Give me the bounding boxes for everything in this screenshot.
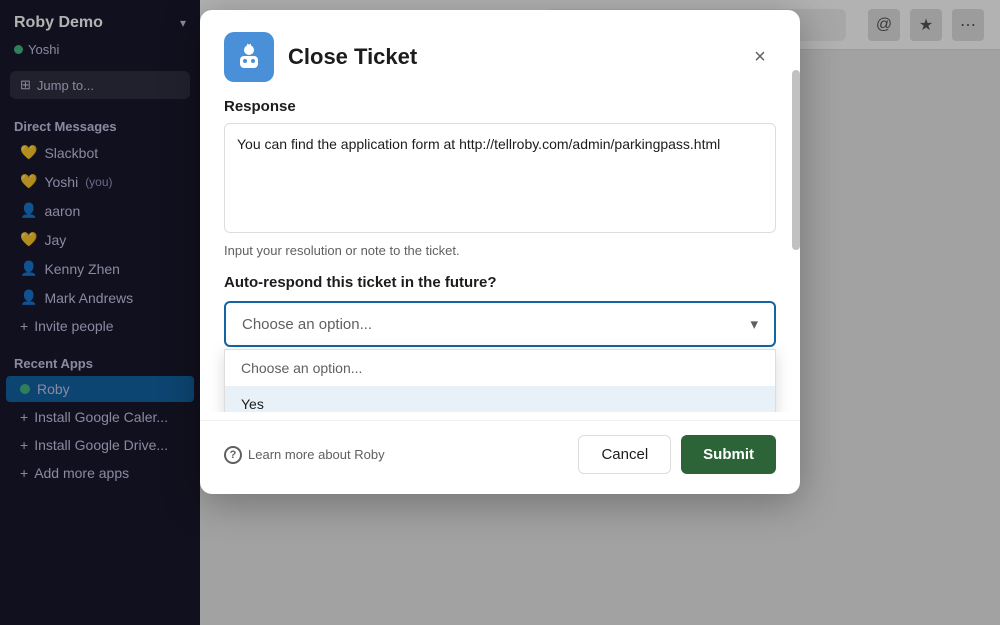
chevron-down-icon: ▾	[750, 315, 758, 333]
modal-overlay: Close Ticket × Response Input your resol…	[0, 0, 1000, 625]
dropdown-selected-label: Choose an option...	[242, 316, 372, 333]
modal-footer: ? Learn more about Roby Cancel Submit	[200, 420, 800, 494]
submit-button[interactable]: Submit	[681, 435, 776, 474]
cancel-button[interactable]: Cancel	[578, 435, 671, 474]
footer-buttons: Cancel Submit	[578, 435, 776, 474]
scrollbar-thumb[interactable]	[792, 70, 800, 250]
response-hint: Input your resolution or note to the tic…	[224, 243, 776, 258]
modal-header: Close Ticket ×	[200, 10, 800, 98]
modal-body: Response Input your resolution or note t…	[200, 98, 800, 412]
dropdown-option-placeholder: Choose an option...	[225, 350, 775, 386]
robot-icon	[224, 32, 274, 82]
auto-respond-dropdown-container: Choose an option... ▾ Choose an option..…	[224, 301, 776, 347]
close-icon: ×	[754, 46, 766, 69]
dropdown-menu: Choose an option... Yes No	[224, 349, 776, 412]
response-label: Response	[224, 98, 776, 115]
modal-title: Close Ticket	[288, 44, 730, 70]
info-icon: ?	[224, 446, 242, 464]
dropdown-option-yes[interactable]: Yes	[225, 386, 775, 412]
learn-more-link[interactable]: ? Learn more about Roby	[224, 446, 385, 464]
response-textarea[interactable]	[224, 123, 776, 233]
auto-respond-label: Auto-respond this ticket in the future?	[224, 274, 776, 291]
close-ticket-modal: Close Ticket × Response Input your resol…	[200, 10, 800, 494]
learn-more-label: Learn more about Roby	[248, 447, 385, 462]
dropdown-trigger[interactable]: Choose an option... ▾	[224, 301, 776, 347]
modal-close-button[interactable]: ×	[744, 41, 776, 73]
scrollbar-track[interactable]	[792, 10, 800, 494]
